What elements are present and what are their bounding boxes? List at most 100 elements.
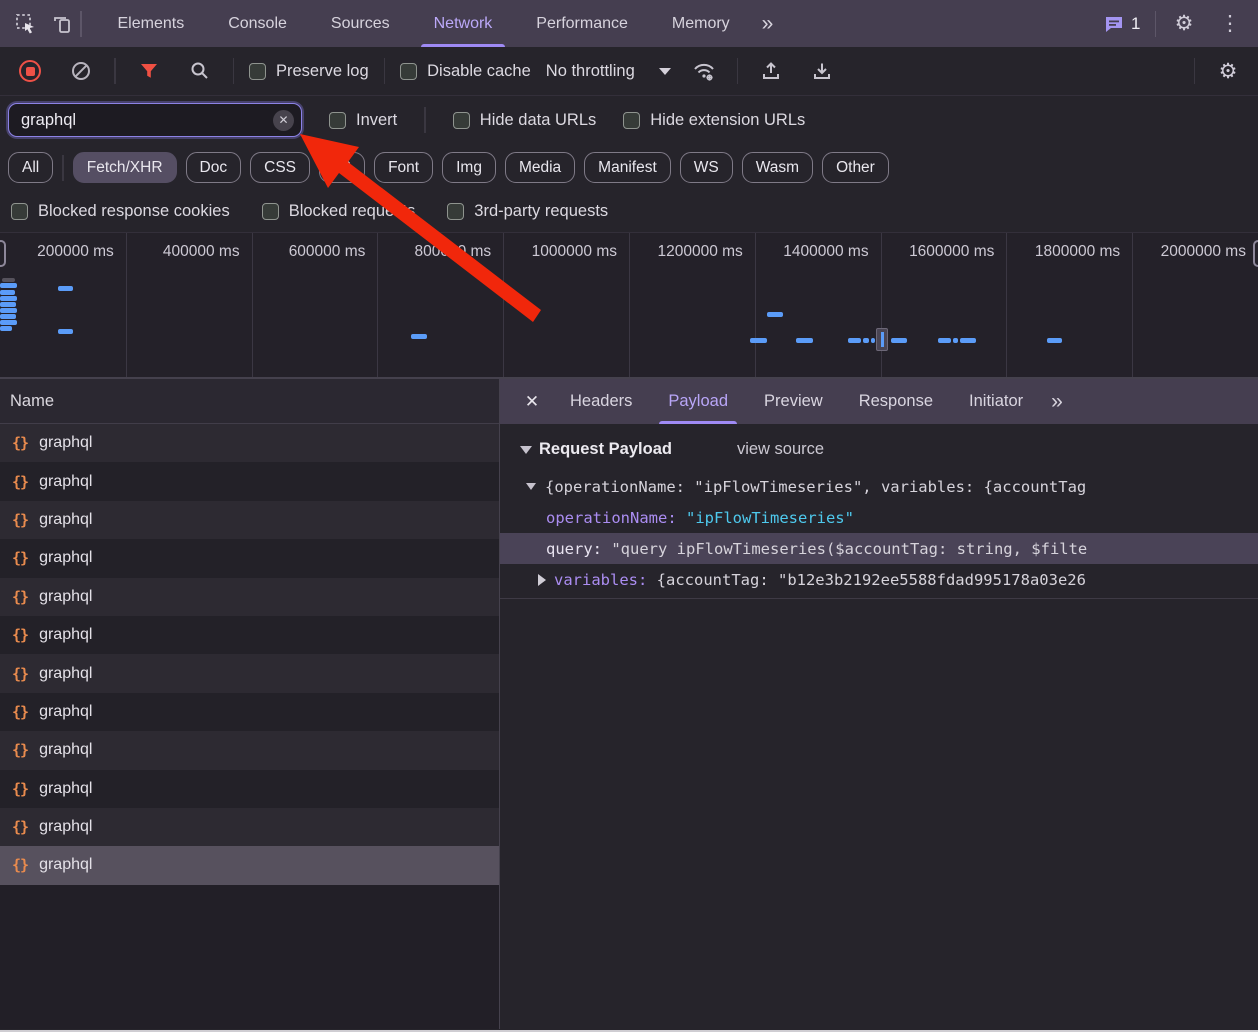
waterfall-bar[interactable] xyxy=(1047,338,1062,343)
request-name: graphql xyxy=(39,473,92,491)
name-column-header[interactable]: Name xyxy=(0,379,499,424)
more-details-tabs-icon[interactable]: » xyxy=(1041,390,1071,414)
view-source-link[interactable]: view source xyxy=(737,440,824,459)
chip-manifest[interactable]: Manifest xyxy=(584,152,671,183)
console-messages-badge[interactable]: 1 xyxy=(1104,14,1144,34)
tab-memory[interactable]: Memory xyxy=(650,0,752,47)
clear-network-log-button[interactable] xyxy=(63,53,99,89)
table-row[interactable]: {}graphql xyxy=(0,578,499,616)
payload-root-row[interactable]: {operationName: "ipFlowTimeseries", vari… xyxy=(500,471,1258,502)
export-har-button[interactable] xyxy=(804,53,840,89)
network-overview-timeline[interactable]: 200000 ms400000 ms600000 ms800000 ms1000… xyxy=(0,232,1258,379)
table-row[interactable]: {}graphql xyxy=(0,654,499,692)
hide-extension-urls-checkbox[interactable]: Hide extension URLs xyxy=(623,111,805,130)
hide-data-urls-checkbox[interactable]: Hide data URLs xyxy=(453,111,596,130)
waterfall-bar[interactable] xyxy=(891,338,907,343)
chip-media[interactable]: Media xyxy=(505,152,575,183)
waterfall-bar[interactable] xyxy=(0,320,17,325)
chip-ws[interactable]: WS xyxy=(680,152,733,183)
close-details-button[interactable]: ✕ xyxy=(512,392,552,412)
chip-css[interactable]: CSS xyxy=(250,152,310,183)
selected-request-marker[interactable] xyxy=(876,328,888,351)
request-payload-section[interactable]: Request Payload view source xyxy=(500,440,1258,459)
details-tab-headers[interactable]: Headers xyxy=(552,379,650,424)
chip-doc[interactable]: Doc xyxy=(186,152,242,183)
chip-js[interactable]: JS xyxy=(319,152,365,183)
filter-input[interactable] xyxy=(21,111,273,130)
invert-checkbox[interactable]: Invert xyxy=(329,111,397,130)
search-button[interactable] xyxy=(182,53,218,89)
table-row[interactable]: {}graphql xyxy=(0,808,499,846)
waterfall-bar[interactable] xyxy=(0,314,16,319)
waterfall-bar[interactable] xyxy=(2,278,15,282)
waterfall-bar[interactable] xyxy=(58,286,73,291)
filter-input-box[interactable]: ✕ xyxy=(8,103,302,137)
waterfall-bar[interactable] xyxy=(750,338,767,343)
network-settings-button[interactable]: ⚙ xyxy=(1210,53,1246,89)
tab-console[interactable]: Console xyxy=(206,0,309,47)
blocked-response-cookies-checkbox[interactable]: Blocked response cookies xyxy=(11,202,230,221)
table-row[interactable]: {}graphql xyxy=(0,693,499,731)
waterfall-bar[interactable] xyxy=(848,338,861,343)
table-row[interactable]: {}graphql xyxy=(0,462,499,500)
more-tabs-icon[interactable]: » xyxy=(752,12,782,36)
details-tab-payload[interactable]: Payload xyxy=(650,379,746,424)
waterfall-bar[interactable] xyxy=(0,296,17,301)
device-toolbar-button[interactable] xyxy=(44,6,80,42)
overview-left-grip[interactable] xyxy=(0,240,6,267)
waterfall-bar[interactable] xyxy=(767,312,783,317)
3rd-party-requests-checkbox[interactable]: 3rd-party requests xyxy=(447,202,608,221)
record-network-log-button[interactable] xyxy=(12,53,48,89)
chip-fetch-xhr[interactable]: Fetch/XHR xyxy=(73,152,177,183)
chip-wasm[interactable]: Wasm xyxy=(742,152,813,183)
throttling-dropdown[interactable]: No throttling xyxy=(546,62,671,81)
details-tab-initiator[interactable]: Initiator xyxy=(951,379,1041,424)
table-row[interactable]: {}graphql xyxy=(0,539,499,577)
payload-row-operation-name[interactable]: operationName: "ipFlowTimeseries" xyxy=(500,502,1258,533)
import-har-button[interactable] xyxy=(753,53,789,89)
chip-all[interactable]: All xyxy=(8,152,53,183)
chip-other[interactable]: Other xyxy=(822,152,889,183)
waterfall-bar[interactable] xyxy=(938,338,951,343)
network-conditions-button[interactable] xyxy=(686,53,722,89)
tick-label: 1600000 ms xyxy=(909,243,1006,261)
table-row[interactable]: {}graphql xyxy=(0,770,499,808)
table-row[interactable]: {}graphql xyxy=(0,731,499,769)
details-tab-preview[interactable]: Preview xyxy=(746,379,841,424)
waterfall-bar[interactable] xyxy=(796,338,813,343)
filter-toggle-button[interactable] xyxy=(131,53,167,89)
waterfall-bar[interactable] xyxy=(0,302,16,307)
waterfall-bar[interactable] xyxy=(960,338,976,343)
tab-performance[interactable]: Performance xyxy=(514,0,650,47)
waterfall-bar[interactable] xyxy=(871,338,875,343)
request-name: graphql xyxy=(39,549,92,567)
blocked-requests-checkbox[interactable]: Blocked requests xyxy=(262,202,416,221)
waterfall-bar[interactable] xyxy=(0,326,12,331)
clear-filter-icon[interactable]: ✕ xyxy=(273,110,294,131)
chip-font[interactable]: Font xyxy=(374,152,433,183)
chip-img[interactable]: Img xyxy=(442,152,496,183)
waterfall-bar[interactable] xyxy=(411,334,427,339)
table-row[interactable]: {}graphql xyxy=(0,616,499,654)
waterfall-bar[interactable] xyxy=(0,283,17,288)
tab-elements[interactable]: Elements xyxy=(96,0,207,47)
waterfall-bar[interactable] xyxy=(863,338,869,343)
waterfall-bar[interactable] xyxy=(0,308,17,313)
details-tab-response[interactable]: Response xyxy=(841,379,951,424)
inspect-element-button[interactable] xyxy=(8,6,44,42)
payload-row-variables[interactable]: variables: {accountTag: "b12e3b2192ee558… xyxy=(500,564,1258,595)
table-row[interactable]: {}graphql xyxy=(0,501,499,539)
waterfall-bar[interactable] xyxy=(0,290,15,295)
table-row[interactable]: {}graphql xyxy=(0,424,499,462)
waterfall-bar[interactable] xyxy=(58,329,73,334)
preserve-log-checkbox[interactable]: Preserve log xyxy=(249,62,369,81)
payload-row-query[interactable]: query: "query ipFlowTimeseries($accountT… xyxy=(500,533,1258,564)
main-menu-button[interactable]: ⋮ xyxy=(1212,6,1248,42)
settings-button[interactable]: ⚙ xyxy=(1166,6,1202,42)
table-row[interactable]: {}graphql xyxy=(0,846,499,884)
disable-cache-checkbox[interactable]: Disable cache xyxy=(400,62,531,81)
overview-right-grip[interactable] xyxy=(1253,240,1258,267)
tab-sources[interactable]: Sources xyxy=(309,0,412,47)
tab-network[interactable]: Network xyxy=(412,0,515,47)
waterfall-bar[interactable] xyxy=(953,338,958,343)
